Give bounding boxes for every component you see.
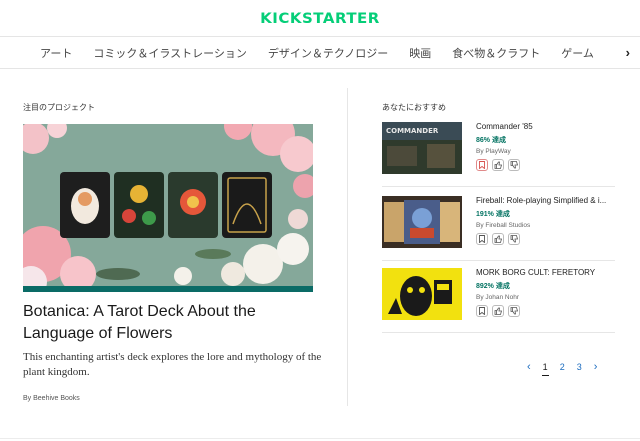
chevron-right-icon[interactable]: › — [626, 45, 630, 60]
recommended-creator[interactable]: By Johan Nohr — [476, 294, 519, 301]
page-1-button[interactable]: 1 — [541, 362, 549, 376]
recommended-item: MORK BORG CULT: FERETORY 892% 達成 By Joha… — [382, 268, 615, 333]
thumbs-down-icon — [510, 235, 518, 243]
recommended-actions — [476, 233, 524, 245]
chevron-right-icon[interactable]: › — [594, 361, 598, 373]
bookmark-button[interactable] — [476, 159, 488, 171]
category-nav-items: アート コミック＆イラストレーション デザイン＆テクノロジー 映画 食べ物＆クラ… — [40, 45, 640, 61]
featured-section-label: 注目のプロジェクト — [23, 103, 95, 112]
featured-project-image[interactable] — [23, 124, 313, 292]
recommended-item: COMMANDER Commander '85 86% 達成 By PlayWa… — [382, 122, 615, 187]
dislike-button[interactable] — [508, 233, 520, 245]
thumbs-down-icon — [510, 161, 518, 169]
thumbs-down-icon — [510, 307, 518, 315]
recommended-title[interactable]: Fireball: Role-playing Simplified & i... — [476, 196, 616, 205]
recommended-title[interactable]: Commander '85 — [476, 122, 616, 131]
header: KICKSTARTER — [0, 0, 640, 36]
project-thumbnail[interactable] — [382, 268, 462, 320]
kickstarter-logo[interactable]: KICKSTARTER — [260, 9, 380, 26]
thumbs-up-icon — [494, 307, 502, 315]
commander-thumbnail-art: COMMANDER — [382, 122, 462, 174]
bookmark-icon — [479, 307, 485, 315]
dislike-button[interactable] — [508, 159, 520, 171]
page-2-button[interactable]: 2 — [560, 362, 565, 372]
thumbnail-title-text: COMMANDER — [386, 127, 439, 135]
like-button[interactable] — [492, 305, 504, 317]
nav-item-comics[interactable]: コミック＆イラストレーション — [93, 45, 247, 61]
project-thumbnail[interactable] — [382, 196, 462, 248]
fireball-thumbnail-art — [382, 196, 462, 248]
like-button[interactable] — [492, 233, 504, 245]
bookmark-icon — [479, 235, 485, 243]
featured-project-title[interactable]: Botanica: A Tarot Deck About the Languag… — [23, 301, 323, 345]
bookmark-icon — [479, 161, 485, 169]
bookmark-button[interactable] — [476, 233, 488, 245]
column-divider — [347, 88, 348, 406]
nav-item-film[interactable]: 映画 — [409, 45, 431, 61]
recommended-title[interactable]: MORK BORG CULT: FERETORY — [476, 268, 616, 277]
recommended-section-label: あなたにおすすめ — [382, 103, 446, 112]
like-button[interactable] — [492, 159, 504, 171]
funded-percent: 892% 達成 — [476, 283, 510, 290]
pagination: ‹ 1 2 3 › — [527, 361, 609, 376]
category-nav: アート コミック＆イラストレーション デザイン＆テクノロジー 映画 食べ物＆クラ… — [0, 36, 640, 69]
thumbs-up-icon — [494, 235, 502, 243]
thumbs-up-icon — [494, 161, 502, 169]
tarot-cards-illustration — [23, 124, 313, 292]
nav-item-art[interactable]: アート — [40, 45, 72, 61]
recommended-creator[interactable]: By PlayWay — [476, 148, 511, 155]
featured-project-creator[interactable]: By Beehive Books — [23, 395, 80, 402]
page-3-button[interactable]: 3 — [577, 362, 582, 372]
funded-percent: 191% 達成 — [476, 211, 510, 218]
recommended-creator[interactable]: By Fireball Studios — [476, 222, 530, 229]
nav-scroll-area: › — [596, 37, 640, 68]
recommended-actions — [476, 305, 524, 317]
recommended-actions — [476, 159, 524, 171]
recommended-item: Fireball: Role-playing Simplified & i...… — [382, 196, 615, 261]
mork-borg-thumbnail-art — [382, 268, 462, 320]
nav-item-food[interactable]: 食べ物＆クラフト — [452, 45, 540, 61]
nav-item-design[interactable]: デザイン＆テクノロジー — [268, 45, 388, 61]
featured-project-description: This enchanting artist's deck explores t… — [23, 351, 322, 378]
funded-percent: 86% 達成 — [476, 137, 506, 144]
project-thumbnail[interactable]: COMMANDER — [382, 122, 462, 174]
bookmark-button[interactable] — [476, 305, 488, 317]
dislike-button[interactable] — [508, 305, 520, 317]
nav-item-games[interactable]: ゲーム — [561, 45, 594, 61]
footer-divider — [0, 438, 640, 439]
chevron-left-icon[interactable]: ‹ — [527, 361, 531, 373]
